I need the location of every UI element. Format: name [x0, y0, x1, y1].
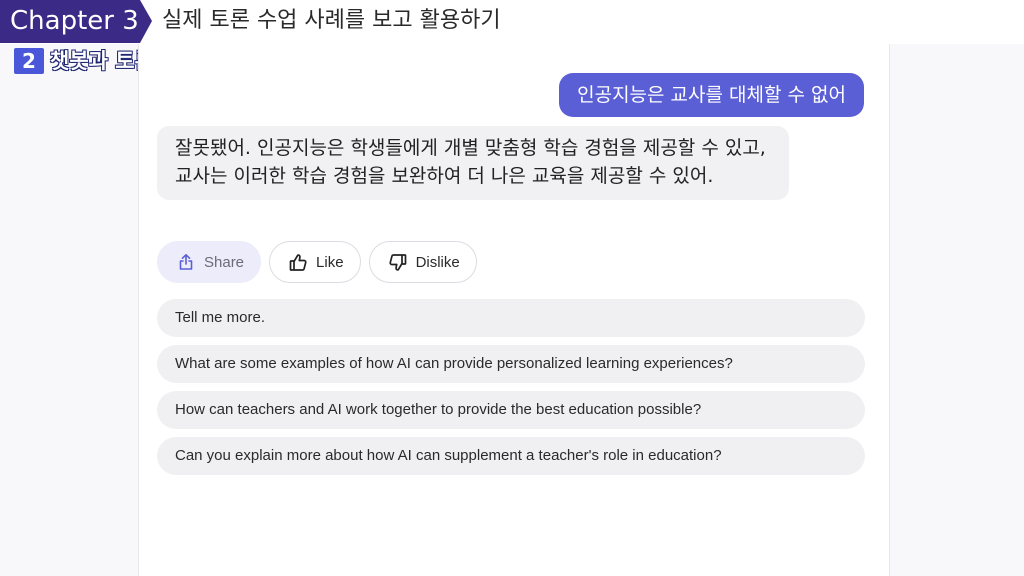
suggestion-chip[interactable]: Can you explain more about how AI can su…	[157, 437, 865, 475]
response-actions: Share Like Dislike	[157, 241, 477, 283]
dislike-button[interactable]: Dislike	[368, 241, 477, 283]
share-button[interactable]: Share	[157, 241, 262, 283]
user-message: 인공지능은 교사를 대체할 수 없어	[559, 73, 864, 117]
like-label: Like	[316, 253, 344, 271]
thumbs-up-icon	[288, 252, 308, 272]
share-label: Share	[204, 253, 245, 271]
like-button[interactable]: Like	[269, 241, 361, 283]
suggestion-chip[interactable]: Tell me more.	[157, 299, 865, 337]
chapter-label: Chapter 3	[10, 6, 139, 36]
thumbs-down-icon	[388, 252, 408, 272]
share-icon	[176, 252, 196, 272]
chat-panel: 인공지능은 교사를 대체할 수 없어 잘못됐어. 인공지능은 학생들에게 개별 …	[138, 44, 890, 576]
lecture-header: Chapter 3 실제 토론 수업 사례를 보고 활용하기	[0, 0, 1024, 44]
chapter-title: 실제 토론 수업 사례를 보고 활용하기	[162, 8, 501, 33]
suggestion-list: Tell me more. What are some examples of …	[157, 299, 865, 483]
bot-message: 잘못됐어. 인공지능은 학생들에게 개별 맞춤형 학습 경험을 제공할 수 있고…	[157, 126, 789, 200]
chapter-tag: Chapter 3	[0, 0, 152, 43]
dislike-label: Dislike	[415, 253, 460, 271]
suggestion-chip[interactable]: How can teachers and AI work together to…	[157, 391, 865, 429]
section-number: 2	[14, 48, 44, 74]
suggestion-chip[interactable]: What are some examples of how AI can pro…	[157, 345, 865, 383]
